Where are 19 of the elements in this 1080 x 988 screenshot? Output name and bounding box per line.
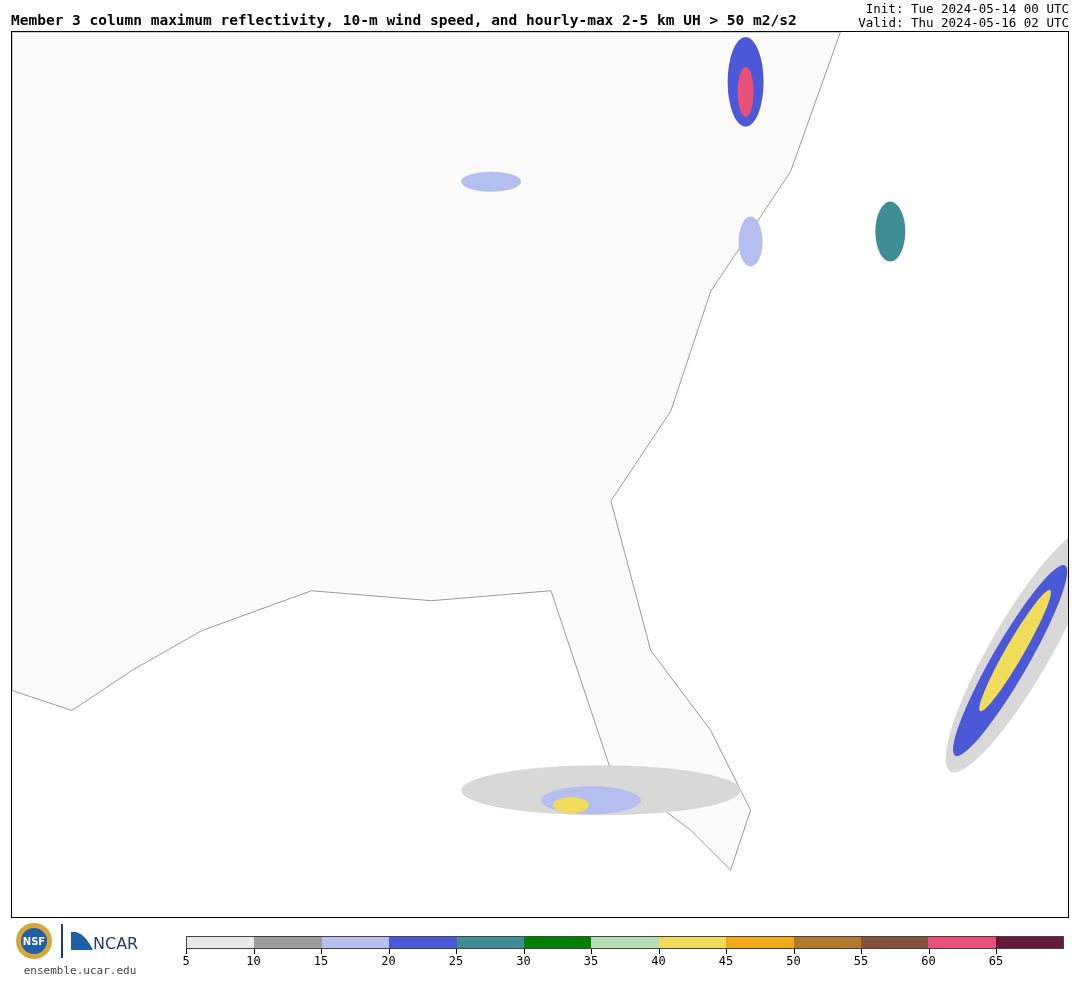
ncar-logo: NCAR [71,930,145,952]
map-title: Member 3 column maximum reflectivity, 10-m wind speed, and hourly-max 2-5 km UH > 50 m2/s2 [11,12,797,30]
scale-tick-label: 30 [516,954,531,968]
init-time: Init: Tue 2024-05-14 00 UTC [865,2,1069,16]
scale-tick-label: 25 [448,954,464,968]
scale-tick-label: 45 [718,954,734,968]
scale-tick-label: 10 [246,954,261,968]
scale-tick-label: 65 [988,954,1004,968]
scale-tick-label: 60 [921,954,936,968]
website-url: ensemble.ucar.edu [23,964,137,977]
scale-tick-label: 20 [381,954,396,968]
scale-tick-label: 15 [313,954,329,968]
scale-tick-label: 55 [853,954,869,968]
scale-tick-label: 40 [651,954,666,968]
valid-time: Valid: Thu 2024-05-16 02 UTC [858,16,1069,30]
scale-tick-label: 50 [786,954,801,968]
scale-tick-label: 35 [583,954,599,968]
nsf-logo: NSF [15,922,53,960]
scale-tick-label: 5 [182,954,190,968]
